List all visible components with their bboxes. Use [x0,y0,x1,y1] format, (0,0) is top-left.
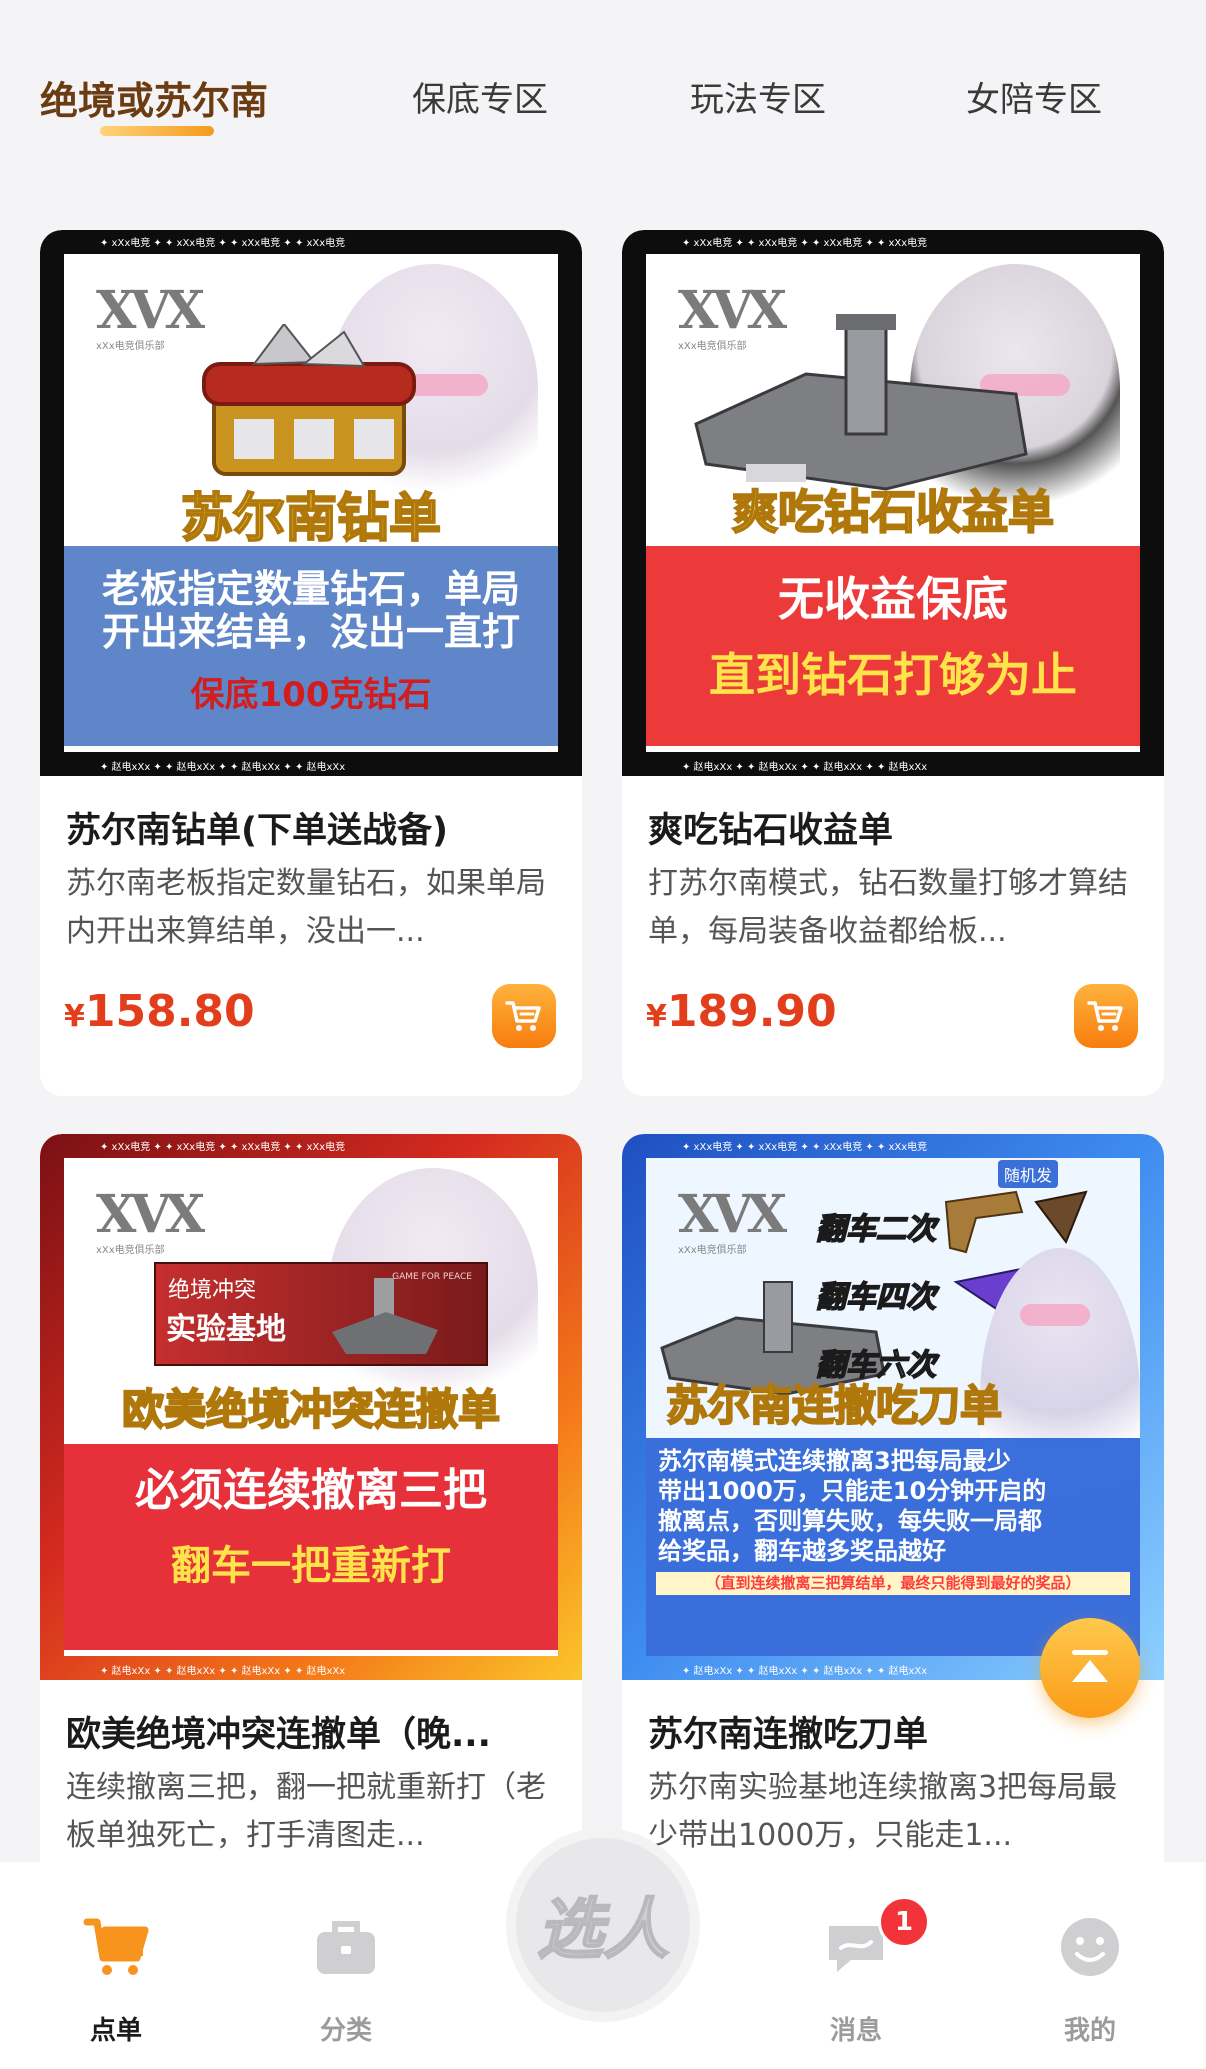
step-label: 翻车二次 [815,1211,937,1248]
unread-badge: 1 [878,1896,930,1948]
svg-text:✦ xXx电竞 ✦ ✦ xXx电竞 ✦ ✦ xXx电竞 ✦: ✦ xXx电竞 ✦ ✦ xXx电竞 ✦ ✦ xXx电竞 ✦ ✦ xXx电竞 [100,1140,345,1153]
svg-text:✦ xXx电竞 ✦ ✦ xXx电竞 ✦ ✦ xXx电竞 ✦: ✦ xXx电竞 ✦ ✦ xXx电竞 ✦ ✦ xXx电竞 ✦ ✦ xXx电竞 [100,236,345,249]
product-title: 爽吃钻石收益单 [648,811,894,851]
brand-logo: XVX xXx电竞俱乐部 [96,1184,205,1256]
product-cover-image: ✦ xXx电竞 ✦ ✦ xXx电竞 ✦ ✦ xXx电竞 ✦ ✦ xXx电竞 ✦ … [40,230,582,776]
tab-bao-di[interactable]: 保底专区 [412,72,548,121]
add-to-cart-button[interactable] [1074,984,1138,1048]
product-card[interactable]: ✦ xXx电竞 ✦ ✦ xXx电竞 ✦ ✦ xXx电竞 ✦ ✦ xXx电竞 ✦ … [40,1134,582,1894]
product-title: 欧美绝境冲突连撤单（晚... [66,1715,491,1755]
svg-text:✦ 赵电xXx ✦ ✦ 赵电xXx ✦ ✦ 赵电xXx ✦: ✦ 赵电xXx ✦ ✦ 赵电xXx ✦ ✦ 赵电xXx ✦ ✦ 赵电xXx [100,760,345,773]
cart-icon [505,1001,541,1031]
cover-headline: 苏尔南钻单 [180,488,442,550]
nav-item-order[interactable]: 点单 [46,1862,186,2062]
tab-nv-pei[interactable]: 女陪专区 [966,72,1102,121]
arrow-up-icon [1072,1650,1108,1682]
svg-text:✦ xXx电竞 ✦ ✦ xXx电竞 ✦ ✦ xXx电竞 ✦: ✦ xXx电竞 ✦ ✦ xXx电竞 ✦ ✦ xXx电竞 ✦ ✦ xXx电竞 [682,1140,927,1153]
back-to-top-button[interactable] [1040,1618,1140,1718]
map-inset-banner: 绝境冲突 实验基地 GAME FOR PEACE [154,1262,488,1366]
product-cover-image: ✦ xXx电竞 ✦ ✦ xXx电竞 ✦ ✦ xXx电竞 ✦ ✦ xXx电竞 ✦ … [622,1134,1164,1680]
svg-text:✦ xXx电竞 ✦ ✦ xXx电竞 ✦ ✦ xXx电竞 ✦: ✦ xXx电竞 ✦ ✦ xXx电竞 ✦ ✦ xXx电竞 ✦ ✦ xXx电竞 [682,236,927,249]
tab-jue-jing[interactable]: 绝境或苏尔南 [40,70,268,125]
cover-headline: 欧美绝境冲突连撤单 [121,1384,501,1435]
product-cover-image: ✦ xXx电竞 ✦ ✦ xXx电竞 ✦ ✦ xXx电竞 ✦ ✦ xXx电竞 ✦ … [40,1134,582,1680]
product-card[interactable]: ✦ xXx电竞 ✦ ✦ xXx电竞 ✦ ✦ xXx电竞 ✦ ✦ xXx电竞 ✦ … [622,230,1164,1096]
add-to-cart-button[interactable] [492,984,556,1048]
product-description: 苏尔南老板指定数量钻石，如果单局内开出来算结单，没出一... [66,866,546,949]
product-card[interactable]: ✦ xXx电竞 ✦ ✦ xXx电竞 ✦ ✦ xXx电竞 ✦ ✦ xXx电竞 ✦ … [40,230,582,1096]
svg-text:✦ 赵电xXx ✦ ✦ 赵电xXx ✦ ✦ 赵电xXx ✦: ✦ 赵电xXx ✦ ✦ 赵电xXx ✦ ✦ 赵电xXx ✦ ✦ 赵电xXx [100,1664,345,1677]
cart-icon [83,1918,149,1975]
cover-headline: 苏尔南连撤吃刀单 [665,1380,1003,1431]
active-tab-indicator [100,126,214,136]
product-price: ¥158.80 [64,986,255,1037]
product-cover-image: ✦ xXx电竞 ✦ ✦ xXx电竞 ✦ ✦ xXx电竞 ✦ ✦ xXx电竞 ✦ … [622,230,1164,776]
product-description: 打苏尔南模式，钻石数量打够才算结单，每局装备收益都给板... [648,866,1128,949]
cover-info-band: 无收益保底 直到钻石打够为止 [646,546,1140,746]
product-title: 苏尔南连撤吃刀单 [648,1715,929,1755]
cover-info-band: 必须连续撤离三把 翻车一把重新打 [64,1444,558,1650]
briefcase-icon [317,1921,375,1974]
experiment-base-image [694,314,1028,491]
product-description: 苏尔南实验基地连续撤离3把每局最少带出1000万，只能走1... [648,1770,1118,1853]
svg-text:✦ 赵电xXx ✦ ✦ 赵电xXx ✦ ✦ 赵电xXx ✦: ✦ 赵电xXx ✦ ✦ 赵电xXx ✦ ✦ 赵电xXx ✦ ✦ 赵电xXx [682,1664,927,1677]
nav-item-category[interactable]: 分类 [276,1862,416,2062]
svg-text:✦ 赵电xXx ✦ ✦ 赵电xXx ✦ ✦ 赵电xXx ✦: ✦ 赵电xXx ✦ ✦ 赵电xXx ✦ ✦ 赵电xXx ✦ ✦ 赵电xXx [682,760,927,773]
treasure-chest-image [202,324,416,476]
step-label: 翻车四次 [815,1279,937,1316]
smiley-profile-icon [1061,1918,1119,1976]
brand-logo: XVX xXx电竞俱乐部 [96,280,205,352]
category-tabs: 绝境或苏尔南 保底专区 玩法专区 女陪专区 [0,0,1206,200]
brand-logo: XVX xXx电竞俱乐部 [678,1184,787,1256]
product-title: 苏尔南钻单(下单送战备) [66,811,448,851]
product-description: 连续撤离三把，翻一把就重新打（老板单独死亡，打手清图走... [66,1770,546,1853]
product-price: ¥189.90 [646,986,837,1037]
nav-item-messages[interactable]: 消息 [786,1862,926,2062]
cover-info-band: 老板指定数量钻石，单局 开出来结单，没出一直打 保底100克钻石 [64,546,558,746]
cart-icon [1087,1001,1123,1031]
pick-player-button[interactable]: 选人 [516,1838,690,2012]
tab-wan-fa[interactable]: 玩法专区 [690,72,826,121]
nav-item-profile[interactable]: 我的 [1020,1862,1160,2062]
bottom-navigation: 点单 分类 选人 消息 1 我的 [0,1838,1206,2069]
product-card[interactable]: ✦ xXx电竞 ✦ ✦ xXx电竞 ✦ ✦ xXx电竞 ✦ ✦ xXx电竞 ✦ … [622,1134,1164,1894]
cover-headline: 爽吃钻石收益单 [731,484,1055,540]
